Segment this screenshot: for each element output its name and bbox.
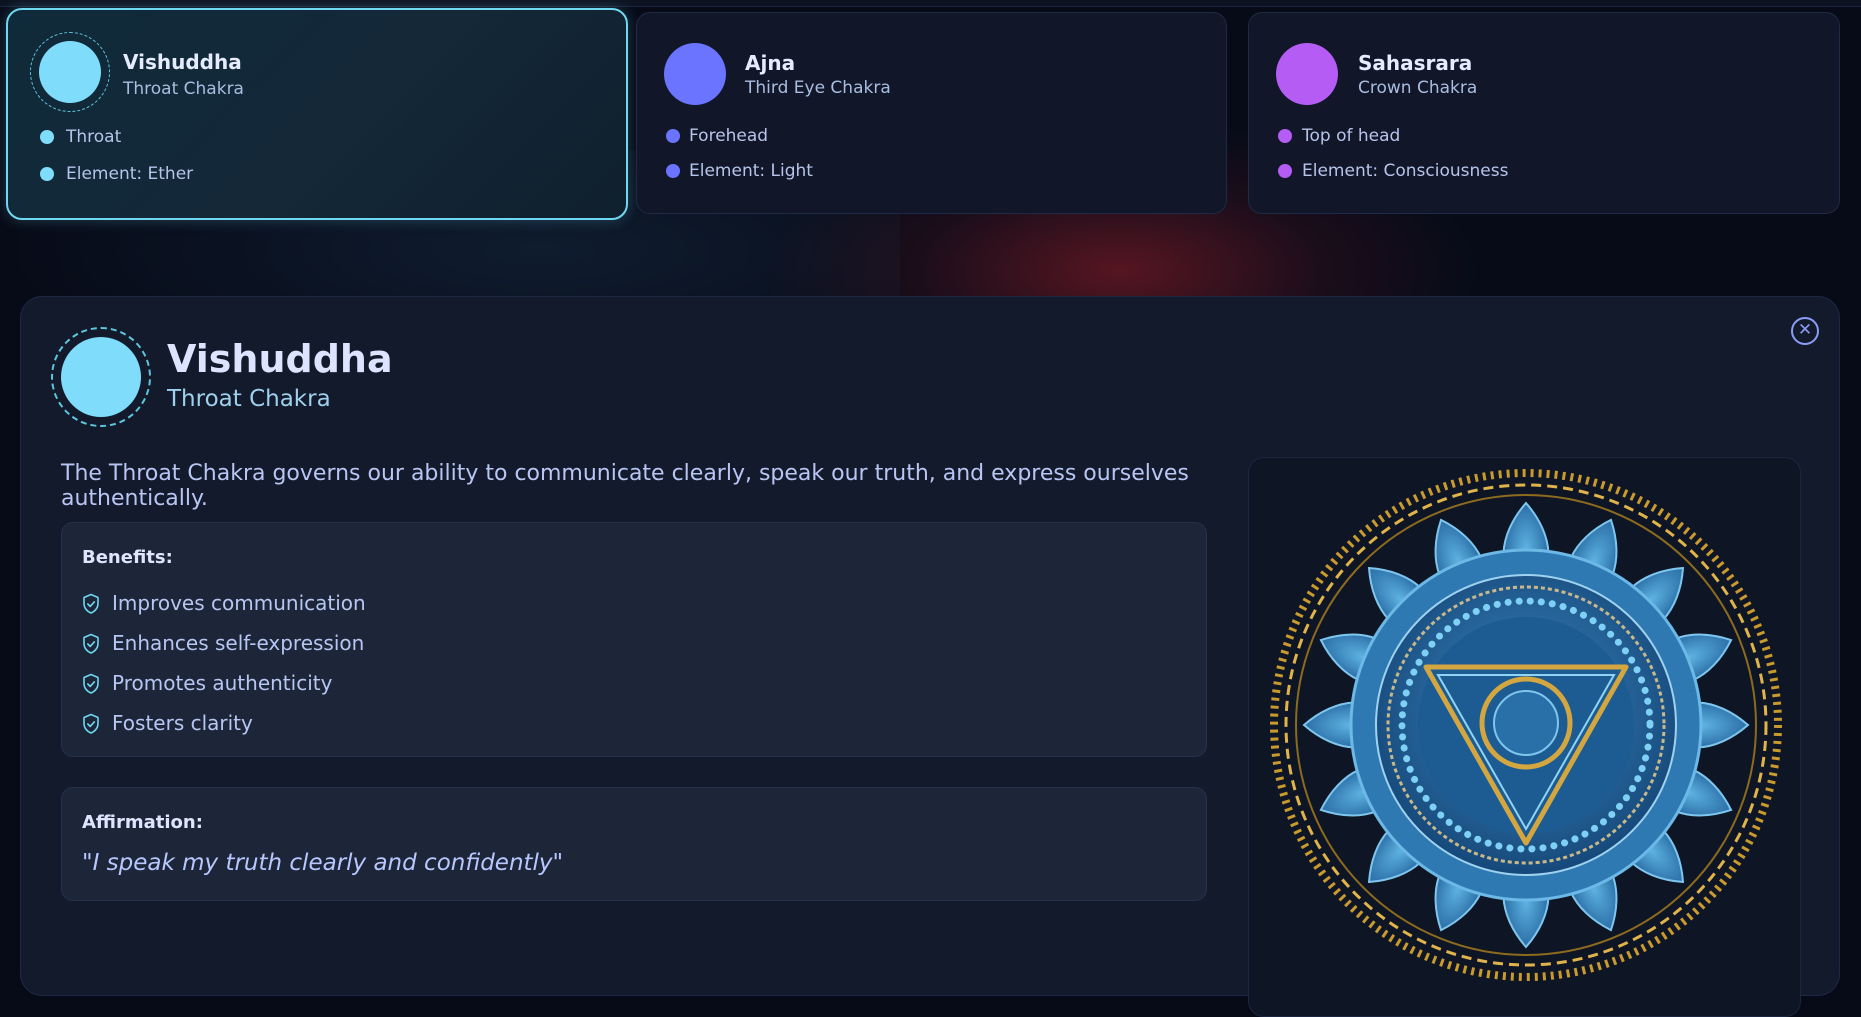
benefits-label: Benefits: <box>82 547 173 568</box>
header-color-dot <box>61 337 141 417</box>
detail-title: Vishuddha <box>167 337 393 381</box>
attr-dot <box>666 164 680 178</box>
chakra-card-vishuddha[interactable]: Vishuddha Throat Chakra Throat Element: … <box>6 8 628 220</box>
card-subtitle: Third Eye Chakra <box>745 78 891 98</box>
shield-check-icon <box>83 593 99 614</box>
shield-check-icon <box>83 633 99 654</box>
chakra-image-card <box>1248 457 1801 1017</box>
card-name: Sahasrara <box>1358 51 1473 75</box>
affirmation-text: "I speak my truth clearly and confidentl… <box>82 850 564 876</box>
top-edge-bar <box>0 0 1861 7</box>
benefit-text: Fosters clarity <box>112 711 253 735</box>
card-attr-element: Element: Light <box>689 161 813 181</box>
shield-check-icon <box>83 713 99 734</box>
close-icon[interactable]: ✕ <box>1791 317 1819 345</box>
detail-subtitle: Throat Chakra <box>167 386 331 412</box>
benefit-text: Promotes authenticity <box>112 671 333 695</box>
attr-dot <box>1278 164 1292 178</box>
chakra-color-dot <box>1276 43 1338 105</box>
detail-description: The Throat Chakra governs our ability to… <box>61 461 1189 511</box>
card-attr-element: Element: Consciousness <box>1302 161 1509 181</box>
card-attr-location: Forehead <box>689 126 769 146</box>
card-attr-location: Throat <box>66 127 122 147</box>
affirmation-label: Affirmation: <box>82 812 203 833</box>
benefit-text: Enhances self-expression <box>112 631 365 655</box>
chakra-color-dot <box>664 43 726 105</box>
benefit-text: Improves communication <box>112 591 366 615</box>
card-attr-location: Top of head <box>1302 126 1401 146</box>
shield-check-icon <box>83 673 99 694</box>
attr-dot <box>40 167 54 181</box>
card-subtitle: Throat Chakra <box>123 79 244 99</box>
card-name: Vishuddha <box>123 50 242 74</box>
card-subtitle: Crown Chakra <box>1358 78 1478 98</box>
card-attr-element: Element: Ether <box>66 164 194 184</box>
chakra-color-dot <box>39 41 101 103</box>
card-name: Ajna <box>745 51 796 75</box>
chakra-card-ajna[interactable]: Ajna Third Eye Chakra Forehead Element: … <box>636 12 1227 214</box>
attr-dot <box>1278 129 1292 143</box>
benefits-box: Benefits: Improves communication Enhance… <box>61 522 1207 757</box>
attr-dot <box>40 130 54 144</box>
attr-dot <box>666 129 680 143</box>
throat-chakra-mandala-image <box>1270 469 1782 981</box>
chakra-detail-panel: Vishuddha Throat Chakra ✕ The Throat Cha… <box>20 296 1840 1017</box>
affirmation-box: Affirmation: "I speak my truth clearly a… <box>61 787 1207 901</box>
chakra-card-sahasrara[interactable]: Sahasrara Crown Chakra Top of head Eleme… <box>1248 12 1840 214</box>
